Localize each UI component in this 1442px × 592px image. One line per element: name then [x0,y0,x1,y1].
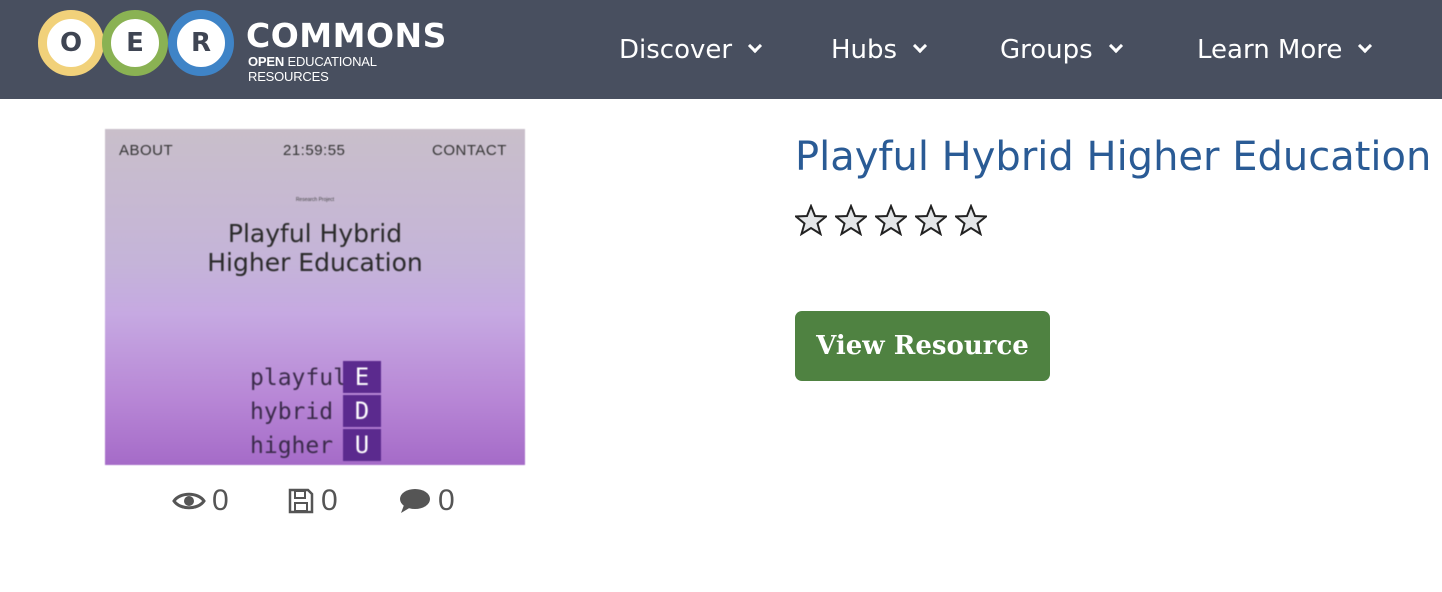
thumbnail-small-text: Research Project [295,197,335,203]
logo-e-circle: E [102,10,168,76]
comments-stat: 0 [398,482,455,520]
eye-icon [172,492,206,510]
star-rating[interactable] [795,204,995,236]
chevron-down-icon [1358,38,1373,53]
chevron-down-icon [913,38,928,53]
star-icon[interactable] [955,204,987,236]
chevron-down-icon [748,38,763,53]
oer-commons-logo[interactable]: O E R COMMONS OPEN EDUCATIONAL RESOURCES [38,10,448,84]
resource-thumbnail[interactable]: ABOUT 21:59:55 CONTACT Research Project … [105,129,525,465]
logo-o-circle: O [38,10,104,76]
nav-learn-more[interactable]: Learn More [1197,0,1373,99]
comment-icon [400,489,430,513]
thumbnail-letter: D [343,395,381,427]
logo-tagline-bold: OPEN [248,54,285,69]
thumbnail-word: higher [250,433,334,459]
saves-stat: 0 [287,482,338,520]
nav-hubs[interactable]: Hubs [831,0,928,99]
logo-tagline: OPEN EDUCATIONAL RESOURCES [248,54,448,84]
views-count: 0 [212,484,229,517]
thumbnail-letter: U [343,429,381,461]
thumbnail-word: playful [250,365,347,391]
nav-discover[interactable]: Discover [619,0,763,99]
logo-letter-o: O [59,28,83,58]
nav-discover-label: Discover [619,34,733,65]
nav-groups[interactable]: Groups [1000,0,1123,99]
star-icon[interactable] [875,204,907,236]
thumbnail-words: playful hybrid higher [250,361,347,463]
thumbnail-contact-text: CONTACT [432,142,507,159]
thumbnail-title-line2: Higher Education [207,248,423,277]
chevron-down-icon [1108,38,1123,53]
comments-count: 0 [438,484,455,517]
resource-title[interactable]: Playful Hybrid Higher Education [795,134,1431,180]
thumbnail-word: hybrid [250,399,334,425]
logo-letter-e: E [126,28,144,58]
saves-count: 0 [321,484,338,517]
star-icon[interactable] [915,204,947,236]
view-resource-button[interactable]: View Resource [795,311,1050,381]
thumbnail-letter: E [343,361,381,393]
save-icon [288,488,314,514]
site-header: O E R COMMONS OPEN EDUCATIONAL RESOURCES… [0,0,1442,99]
star-icon[interactable] [795,204,827,236]
thumbnail-about-text: ABOUT [119,142,174,159]
nav-learn-more-label: Learn More [1197,34,1343,65]
thumbnail-title: Playful Hybrid Higher Education [105,219,525,277]
thumbnail-edu-letters: E D U [343,361,381,463]
nav-groups-label: Groups [1000,34,1093,65]
logo-r-circle: R [168,10,234,76]
logo-wordmark: COMMONS [246,16,447,55]
nav-hubs-label: Hubs [831,34,898,65]
logo-letter-r: R [190,28,212,58]
views-stat: 0 [172,482,229,520]
thumbnail-time-text: 21:59:55 [283,142,346,159]
thumbnail-title-line1: Playful Hybrid [227,219,403,248]
star-icon[interactable] [835,204,867,236]
